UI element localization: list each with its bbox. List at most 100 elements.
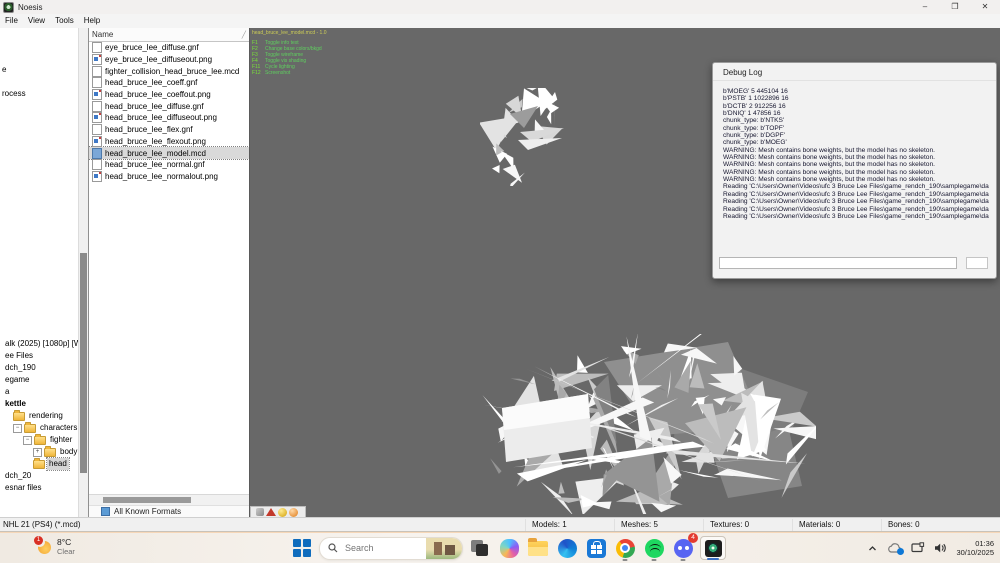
debug-log-grip[interactable]	[966, 257, 988, 269]
file-row-head-bruce-lee-coeffout-png[interactable]: head_bruce_lee_coeffout.png	[89, 89, 249, 101]
edge-icon	[558, 539, 577, 558]
name-column-header[interactable]: Name	[92, 30, 113, 39]
menu-view[interactable]: View	[23, 14, 50, 28]
weather-widget[interactable]: 1 8°C Clear	[36, 537, 75, 557]
debug-log-title[interactable]: Debug Log	[713, 63, 996, 81]
folder-tree-panel: erocessalk (2025) [1080p] [WEIee Filesdc…	[0, 28, 89, 518]
tree-item-a[interactable]: a	[0, 386, 79, 398]
tree-item-characters[interactable]: −characters	[0, 422, 79, 434]
search-daily-image[interactable]	[426, 538, 462, 559]
debug-log-window[interactable]: Debug Log b'MOEG' 5 445104 16b'PSTB' 1 1…	[712, 62, 997, 279]
file-list-hscrollbar[interactable]	[89, 494, 249, 505]
onedrive-icon[interactable]	[887, 543, 902, 554]
system-tray: 01:36 30/10/2025	[867, 533, 994, 563]
tree-scrollbar-thumb[interactable]	[80, 253, 87, 473]
tree-item-head[interactable]: head	[0, 458, 79, 470]
paint-icon[interactable]	[256, 508, 264, 516]
weather-condition: Clear	[57, 547, 75, 557]
tree-scrollbar[interactable]	[78, 28, 88, 518]
tree-item-ee-files[interactable]: ee Files	[0, 350, 79, 362]
debug-command-input[interactable]	[719, 257, 957, 269]
microsoft-store-button[interactable]	[584, 536, 608, 560]
mesh-icon[interactable]	[266, 508, 276, 516]
file-row-eye-bruce-lee-diffuseout-png[interactable]: eye_bruce_lee_diffuseout.png	[89, 54, 249, 66]
file-icon	[92, 66, 102, 77]
copilot-button[interactable]	[497, 536, 521, 560]
maximize-button[interactable]: ❐	[940, 0, 970, 14]
collapse-icon[interactable]: −	[23, 436, 32, 445]
start-button[interactable]	[290, 536, 314, 560]
tray-chevron-icon[interactable]	[867, 543, 878, 554]
tree-item-esnar-files[interactable]: esnar files	[0, 482, 79, 494]
tree-item-fighter[interactable]: −fighter	[0, 434, 79, 446]
expand-icon[interactable]: +	[33, 448, 42, 457]
tree-item-e[interactable]: e	[0, 64, 79, 76]
3d-viewport[interactable]: head_bruce_lee_model.mcd - 1.0F1Toggle i…	[250, 28, 1000, 518]
model-stats: Models: 1Meshes: 5Textures: 0Materials: …	[525, 519, 970, 531]
stat-meshes: Meshes: 5	[614, 519, 703, 531]
taskbar-search[interactable]	[319, 537, 463, 560]
file-row-head-bruce-lee-normalout-png[interactable]: head_bruce_lee_normalout.png	[89, 171, 249, 183]
file-list-hscrollbar-thumb[interactable]	[103, 497, 191, 503]
collapse-icon[interactable]: −	[13, 424, 22, 433]
overlay-model-name: head_bruce_lee_model.mcd - 1.0	[252, 30, 327, 36]
search-input[interactable]	[343, 542, 417, 554]
menu-help[interactable]: Help	[79, 14, 105, 28]
file-row-eye-bruce-lee-diffuse-gnf[interactable]: eye_bruce_lee_diffuse.gnf	[89, 42, 249, 54]
folder-icon	[44, 448, 56, 457]
network-icon[interactable]	[911, 542, 925, 554]
file-row-head-bruce-lee-diffuseout-png[interactable]: head_bruce_lee_diffuseout.png	[89, 112, 249, 124]
tree-item-alk-2025-1080p-wei[interactable]: alk (2025) [1080p] [WEI	[0, 338, 79, 350]
tree-item-egame[interactable]: egame	[0, 374, 79, 386]
close-button[interactable]: ✕	[970, 0, 1000, 14]
menu-file[interactable]: File	[0, 14, 23, 28]
file-row-head-bruce-lee-model-mcd[interactable]: head_bruce_lee_model.mcd	[89, 147, 249, 159]
tree-item-rendering[interactable]: rendering	[0, 410, 79, 422]
tree-item-dch-190[interactable]: dch_190	[0, 362, 79, 374]
chrome-icon	[616, 539, 635, 558]
tree-item-dch-20[interactable]: dch_20	[0, 470, 79, 482]
screen: Noesis – ❐ ✕ FileViewToolsHelp erocessal…	[0, 0, 1000, 563]
noesis-app-icon	[3, 2, 14, 13]
file-row-head-bruce-lee-flex-gnf[interactable]: head_bruce_lee_flex.gnf	[89, 124, 249, 136]
stat-models: Models: 1	[525, 519, 614, 531]
discord-button[interactable]: 4	[671, 536, 695, 560]
file-explorer-button[interactable]	[526, 536, 550, 560]
edge-button[interactable]	[555, 536, 579, 560]
file-list-header[interactable]: Name ╱	[89, 28, 249, 42]
task-view-button[interactable]	[468, 536, 492, 560]
folder-tree: erocessalk (2025) [1080p] [WEIee Filesdc…	[0, 28, 79, 518]
file-row-head-bruce-lee-flexout-png[interactable]: head_bruce_lee_flexout.png	[89, 136, 249, 148]
minimize-button[interactable]: –	[910, 0, 940, 14]
weather-temperature: 8°C	[57, 537, 75, 547]
light-icon[interactable]	[289, 508, 298, 517]
clock[interactable]: 01:36 30/10/2025	[956, 539, 994, 557]
file-row-fighter-collision-head-bruce-lee-mcd[interactable]: fighter_collision_head_bruce_lee.mcd	[89, 65, 249, 77]
noesis-taskbar-button[interactable]	[700, 536, 726, 560]
file-icon	[92, 148, 102, 159]
file-row-head-bruce-lee-coeff-gnf[interactable]: head_bruce_lee_coeff.gnf	[89, 77, 249, 89]
image-file-icon	[92, 171, 102, 182]
folder-icon	[33, 460, 45, 469]
file-row-head-bruce-lee-diffuse-gnf[interactable]: head_bruce_lee_diffuse.gnf	[89, 100, 249, 112]
format-filter-label: All Known Formats	[114, 507, 181, 516]
material-icon[interactable]	[278, 508, 287, 517]
stat-bones: Bones: 0	[881, 519, 970, 531]
viewport-overlay-text: head_bruce_lee_model.mcd - 1.0F1Toggle i…	[252, 30, 327, 76]
folder-icon	[24, 424, 36, 433]
tree-item-rocess[interactable]: rocess	[0, 88, 79, 100]
noesis-window: Noesis – ❐ ✕ FileViewToolsHelp erocessal…	[0, 0, 1000, 532]
microsoft-store-icon	[587, 539, 606, 558]
menu-tools[interactable]: Tools	[50, 14, 79, 28]
file-list-panel: Name ╱ eye_bruce_lee_diffuse.gnfeye_bruc…	[89, 28, 250, 518]
chrome-button[interactable]	[613, 536, 637, 560]
file-row-head-bruce-lee-normal-gnf[interactable]: head_bruce_lee_normal.gnf	[89, 159, 249, 171]
file-icon	[92, 101, 102, 112]
mesh-model-main	[476, 334, 816, 514]
spotify-icon	[645, 539, 664, 558]
spotify-button[interactable]	[642, 536, 666, 560]
tree-item-kettle[interactable]: kettle	[0, 398, 79, 410]
mesh-fragment-small	[480, 88, 566, 186]
volume-icon[interactable]	[934, 542, 947, 554]
tree-item-body[interactable]: +body	[0, 446, 79, 458]
